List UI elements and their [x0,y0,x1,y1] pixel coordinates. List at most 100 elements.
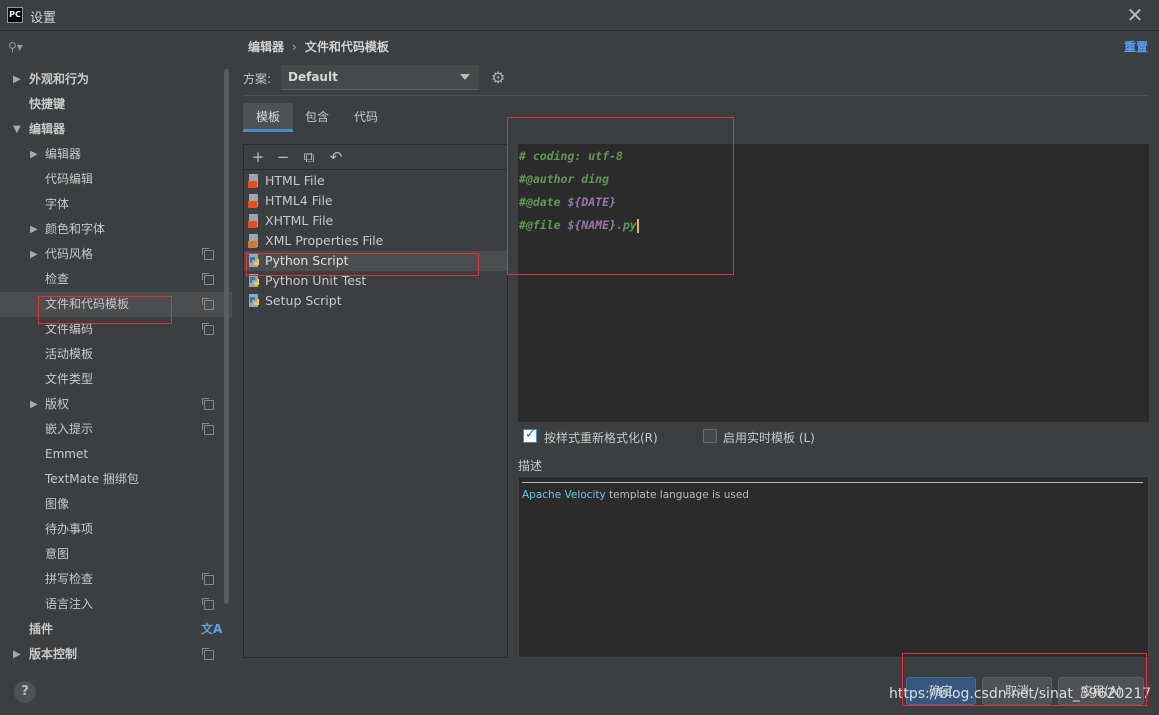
sidebar-item-label: 语言注入 [45,597,94,611]
sidebar-item[interactable]: 检查 [0,267,232,292]
python-file-icon [248,274,261,288]
template-item[interactable]: Python Script [244,251,507,271]
sidebar-scrollbar[interactable] [224,69,229,604]
project-scope-icon [202,248,214,260]
sidebar-item-label: 代码风格 [45,247,94,261]
sidebar-item[interactable]: Emmet [0,442,232,467]
expand-right-icon[interactable]: ▶ [30,392,38,417]
cancel-button[interactable]: 取消 [982,677,1052,705]
tab-includes[interactable]: 包含 [295,103,339,132]
reset-link[interactable]: 重置 [1124,38,1148,55]
sidebar-item[interactable]: ▶ 代码风格 [0,242,232,267]
template-list-panel: + − ⧉ ↶ HTML File HTML4 File XHTML File XML… [243,144,508,658]
expand-down-icon[interactable]: ▼ [13,117,21,142]
html-file-icon [248,174,261,188]
close-icon[interactable]: ✕ [1124,4,1146,26]
sidebar-item[interactable]: 代码编辑 [0,167,232,192]
chevron-down-icon [460,74,470,80]
sidebar-item-label: 图像 [45,497,70,511]
template-editor[interactable]: # coding: utf-8 #@author ding #@date ${D… [518,144,1149,422]
template-toolbar: + − ⧉ ↶ [244,145,507,170]
pycharm-logo-icon: PC [7,7,23,23]
breadcrumb-parent: 编辑器 [248,40,285,54]
description-label: 描述 [518,459,543,473]
template-item[interactable]: Setup Script [244,291,507,311]
sidebar-item-label: 插件 [29,622,54,636]
description-text: Apache Velocity template language is use… [522,489,749,501]
reformat-checkbox[interactable] [523,427,537,443]
template-name: Python Script [265,253,349,268]
scheme-label: 方案: [243,72,272,86]
sidebar-item[interactable]: 嵌入提示 [0,417,232,442]
sidebar-item[interactable]: 待办事项 [0,517,232,542]
sidebar-item[interactable]: 文件类型 [0,367,232,392]
sidebar-item[interactable]: ▶ 外观和行为 [0,67,232,92]
project-scope-icon [202,323,214,335]
sidebar-item[interactable]: 快捷键 [0,92,232,117]
sidebar-item-label: 字体 [45,197,70,211]
sidebar-item[interactable]: 活动模板 [0,342,232,367]
tab-templates[interactable]: 模板 [243,103,293,132]
help-button[interactable]: ? [14,681,36,703]
reformat-label: 按样式重新格式化(R) [544,431,658,445]
sidebar-item[interactable]: ▶ 版本控制 [0,642,232,667]
sidebar-item[interactable]: 图像 [0,492,232,517]
sidebar-item-label: 快捷键 [29,97,66,111]
live-template-label: 启用实时模板 (L) [723,431,815,445]
sidebar-item[interactable]: ▶ 颜色和字体 [0,217,232,242]
template-name: XHTML File [265,213,334,228]
sidebar-item[interactable]: 意图 [0,542,232,567]
template-list: HTML File HTML4 File XHTML File XML Propert… [244,171,507,311]
live-template-checkbox[interactable] [703,429,717,443]
ok-button[interactable]: 确定 [906,677,976,705]
html-file-icon [248,214,261,228]
sidebar-item[interactable]: 文件编码 [0,317,232,342]
template-item[interactable]: HTML File [244,171,507,191]
sidebar-item-label: TextMate 捆绑包 [45,472,139,486]
apply-button[interactable]: 应用(A) [1058,677,1144,705]
code-line: #@author ding [519,172,610,186]
sidebar-item-label: Emmet [45,447,89,461]
sidebar-item[interactable]: ▼ 编辑器 [0,117,232,142]
sidebar-item[interactable]: 语言注入 [0,592,232,617]
sidebar-item[interactable]: ▶ 编辑器 [0,142,232,167]
expand-right-icon[interactable]: ▶ [30,142,38,167]
sidebar-item-label: 拼写检查 [45,572,94,586]
tab-code[interactable]: 代码 [343,103,389,132]
template-name: XML Properties File [265,233,384,248]
sidebar-item[interactable]: 插件 文A [0,617,232,642]
project-scope-icon [202,273,214,285]
sidebar-item-label: 外观和行为 [29,72,90,86]
gear-icon[interactable]: ⚙ [491,68,505,87]
sidebar-item-label: 文件编码 [45,322,94,336]
template-item[interactable]: HTML4 File [244,191,507,211]
sidebar-item[interactable]: 拼写检查 [0,567,232,592]
expand-right-icon[interactable]: ▶ [30,217,38,242]
expand-right-icon[interactable]: ▶ [30,242,38,267]
sidebar-item[interactable]: TextMate 捆绑包 [0,467,232,492]
template-name: Setup Script [265,293,342,308]
project-scope-icon [202,398,214,410]
add-icon[interactable]: + [248,147,268,167]
breadcrumb-separator: › [292,40,297,54]
copy-icon[interactable]: ⧉ [299,147,319,167]
template-item[interactable]: XML Properties File [244,231,507,251]
remove-icon[interactable]: − [273,147,293,167]
sidebar-item-label: 嵌入提示 [45,422,94,436]
code-line: #@date ${DATE} [519,195,616,209]
template-item[interactable]: XHTML File [244,211,507,231]
sidebar-item[interactable]: 字体 [0,192,232,217]
revert-icon[interactable]: ↶ [326,147,346,167]
template-item[interactable]: Python Unit Test [244,271,507,291]
sidebar-item[interactable]: 文件和代码模板 [0,292,232,317]
velocity-link[interactable]: Apache Velocity [522,489,606,501]
sidebar-item-label: 版本控制 [29,647,78,661]
expand-right-icon[interactable]: ▶ [13,67,21,92]
code-line: #@file ${NAME}.py [519,218,639,233]
expand-right-icon[interactable]: ▶ [13,642,21,667]
sidebar-item[interactable]: ▶ 版权 [0,392,232,417]
settings-search-input[interactable] [28,37,223,59]
settings-sidebar: ⚲▾ ▶ 外观和行为 快捷键 ▼ 编辑器 ▶ 编辑器 代码编辑 字体 ▶ 颜色和字体 ▶ 代码风格 检查文… [0,31,232,669]
text-caret [636,218,639,233]
scheme-dropdown[interactable]: Default [281,65,479,90]
